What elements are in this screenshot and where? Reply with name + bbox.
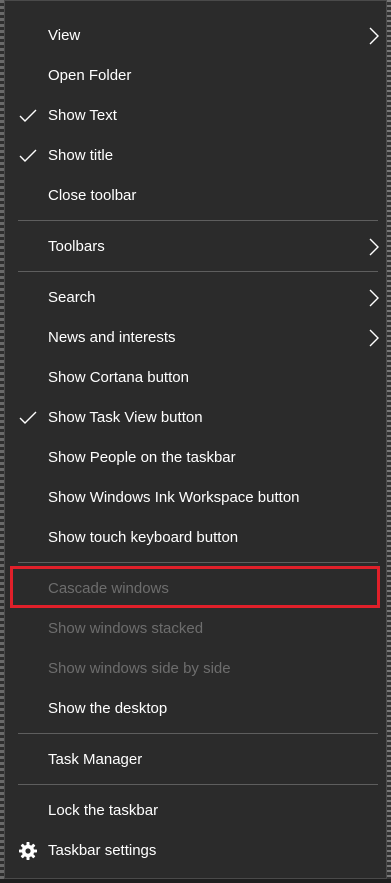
menu-item-label: Show Windows Ink Workspace button — [48, 489, 300, 506]
taskbar-context-menu: View Open Folder Show Text Show title Cl… — [4, 0, 387, 879]
menu-item-search[interactable]: Search — [5, 278, 386, 318]
highlight-box — [10, 566, 380, 608]
menu-item-show-windows-side-by-side: Show windows side by side — [5, 649, 386, 689]
menu-separator — [18, 220, 378, 221]
menu-item-label: Show the desktop — [48, 700, 168, 717]
menu-item-label: Show Text — [48, 107, 117, 124]
menu-item-task-manager[interactable]: Task Manager — [5, 740, 386, 780]
menu-item-label: Open Folder — [48, 67, 132, 84]
menu-item-label: Search — [48, 289, 96, 306]
menu-item-show-windows-stacked: Show windows stacked — [5, 609, 386, 649]
checkmark-icon — [19, 109, 37, 122]
checkmark-icon — [19, 149, 37, 162]
menu-item-label: Lock the taskbar — [48, 802, 159, 819]
menu-item-label: Show People on the taskbar — [48, 449, 236, 466]
menu-item-label: View — [48, 27, 81, 44]
menu-item-show-touch-keyboard[interactable]: Show touch keyboard button — [5, 518, 386, 558]
menu-item-label: Show windows stacked — [48, 620, 204, 637]
menu-item-open-folder[interactable]: Open Folder — [5, 56, 386, 96]
menu-item-label: Show title — [48, 147, 114, 164]
menu-item-show-people[interactable]: Show People on the taskbar — [5, 438, 386, 478]
menu-item-show-cortana-button[interactable]: Show Cortana button — [5, 358, 386, 398]
menu-item-lock-the-taskbar[interactable]: Lock the taskbar — [5, 791, 386, 831]
menu-item-label: Show touch keyboard button — [48, 529, 239, 546]
menu-item-label: Taskbar settings — [48, 842, 157, 859]
chevron-right-icon — [369, 238, 379, 256]
menu-item-show-the-desktop[interactable]: Show the desktop — [5, 689, 386, 729]
menu-separator — [18, 733, 378, 734]
menu-item-news-and-interests[interactable]: News and interests — [5, 318, 386, 358]
menu-separator — [18, 562, 378, 563]
menu-item-toolbars[interactable]: Toolbars — [5, 227, 386, 267]
menu-item-show-task-view-button[interactable]: Show Task View button — [5, 398, 386, 438]
menu-item-label: Show windows side by side — [48, 660, 231, 677]
gear-icon — [19, 842, 37, 860]
menu-item-label: Show Task View button — [48, 409, 203, 426]
menu-item-label: News and interests — [48, 329, 176, 346]
menu-item-taskbar-settings[interactable]: Taskbar settings — [5, 831, 386, 871]
menu-item-label: Close toolbar — [48, 187, 137, 204]
taskbar-edge — [0, 879, 391, 883]
chevron-right-icon — [369, 27, 379, 45]
checkmark-icon — [19, 411, 37, 424]
menu-item-show-text[interactable]: Show Text — [5, 96, 386, 136]
menu-item-view[interactable]: View — [5, 16, 386, 56]
menu-item-label: Task Manager — [48, 751, 143, 768]
menu-item-show-windows-ink-workspace[interactable]: Show Windows Ink Workspace button — [5, 478, 386, 518]
menu-item-label: Toolbars — [48, 238, 105, 255]
menu-separator — [18, 271, 378, 272]
chevron-right-icon — [369, 289, 379, 307]
menu-item-label: Show Cortana button — [48, 369, 189, 386]
menu-separator — [18, 784, 378, 785]
menu-item-show-title[interactable]: Show title — [5, 136, 386, 176]
chevron-right-icon — [369, 329, 379, 347]
menu-item-close-toolbar[interactable]: Close toolbar — [5, 176, 386, 216]
